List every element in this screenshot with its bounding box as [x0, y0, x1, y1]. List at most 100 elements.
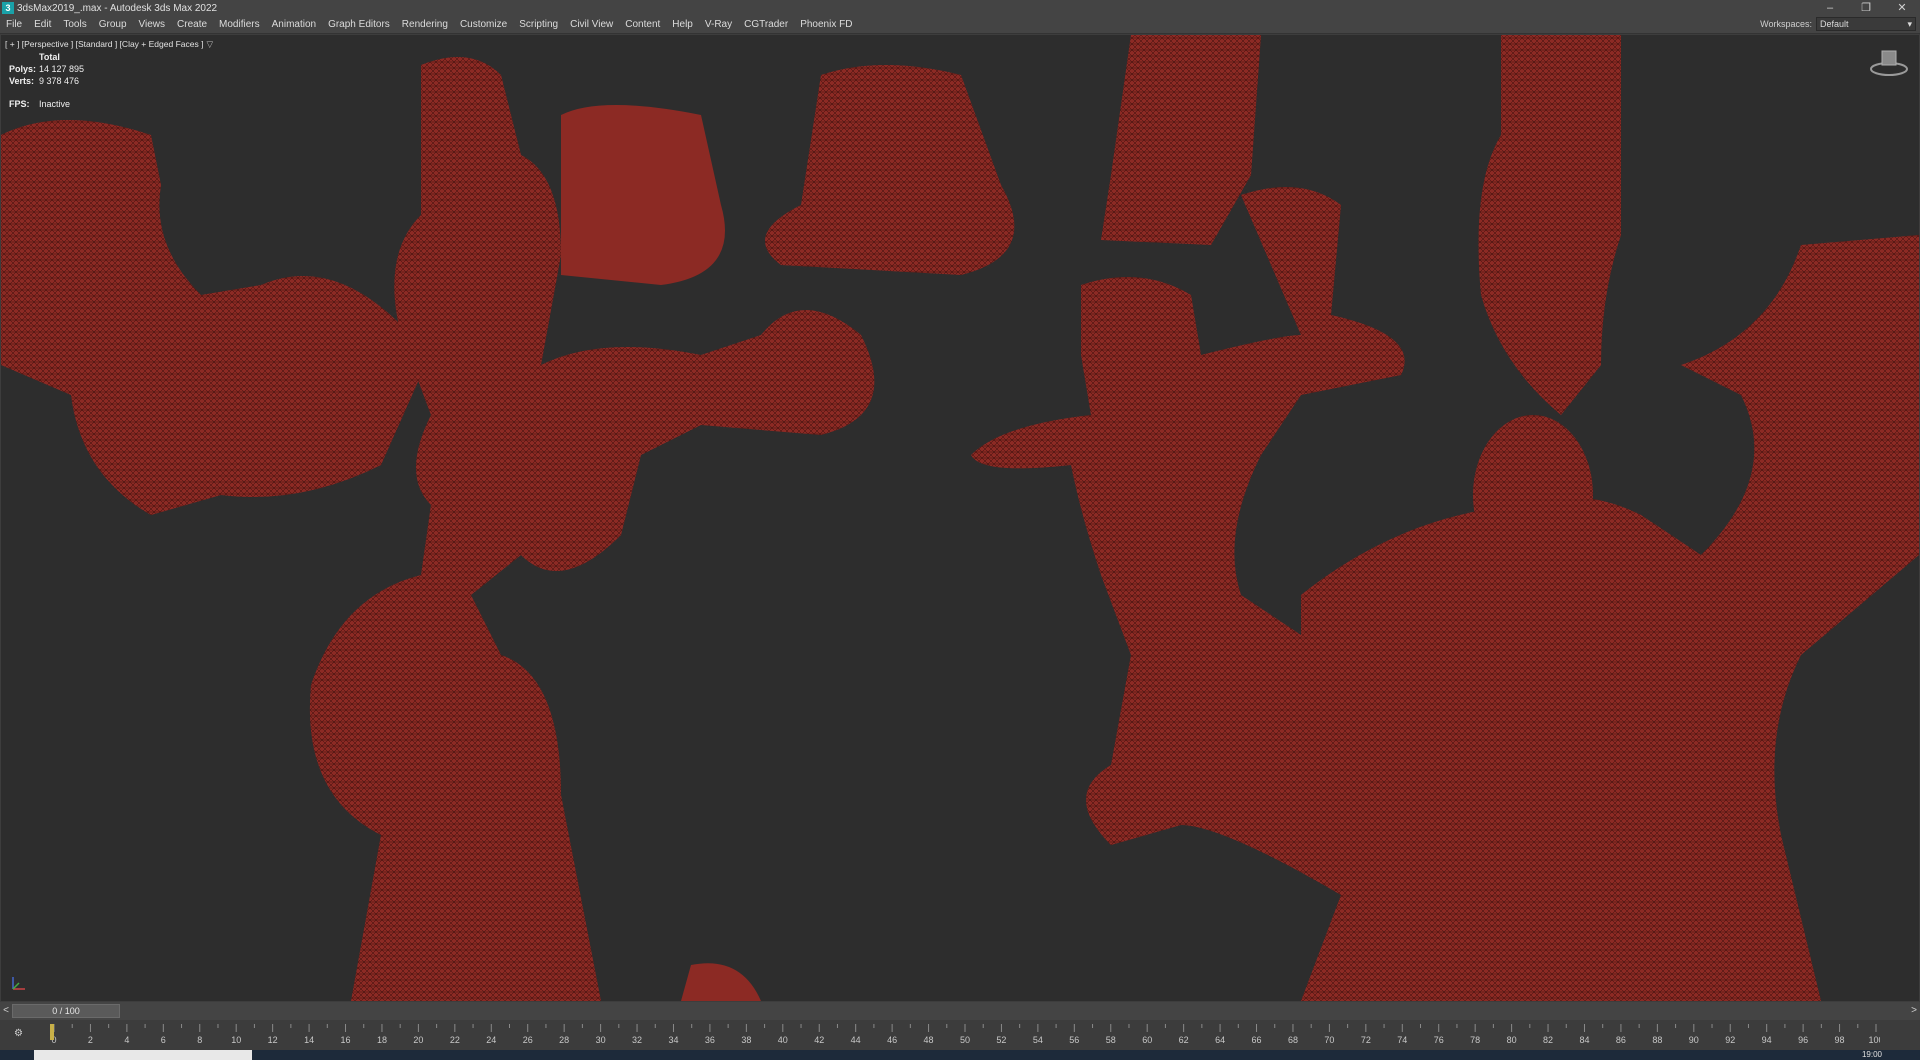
menu-cgtrader[interactable]: CGTrader	[738, 19, 794, 30]
ruler-tick-label: 62	[1179, 1035, 1189, 1045]
ruler-tick-label: 50	[960, 1035, 970, 1045]
stats-total-label: Total	[39, 52, 60, 62]
ruler-tick-label: 82	[1543, 1035, 1553, 1045]
fps-readout: FPS: Inactive	[9, 99, 70, 109]
ruler-tick-label: 68	[1288, 1035, 1298, 1045]
right-candelabra-mesh	[971, 35, 1919, 1001]
stats-polys-row: Polys: 14 127 895	[9, 63, 84, 75]
menu-customize[interactable]: Customize	[454, 19, 513, 30]
ruler-tick-label: 40	[778, 1035, 788, 1045]
stats-verts-row: Verts: 9 378 476	[9, 75, 84, 87]
ruler-tick-label: 32	[632, 1035, 642, 1045]
restore-button[interactable]: ❐	[1848, 0, 1884, 16]
stats-verts-label: Verts:	[9, 76, 35, 86]
menu-civil-view[interactable]: Civil View	[564, 19, 619, 30]
menu-phoenix-fd[interactable]: Phoenix FD	[794, 19, 858, 30]
ruler-tick-label: 18	[377, 1035, 387, 1045]
menu-tools[interactable]: Tools	[57, 19, 92, 30]
menu-scripting[interactable]: Scripting	[513, 19, 564, 30]
ruler-tick-label: 86	[1616, 1035, 1626, 1045]
ruler-tick-label: 78	[1470, 1035, 1480, 1045]
3dsmax-app-icon[interactable]: 3	[2, 2, 14, 14]
menu-file[interactable]: File	[0, 19, 28, 30]
taskbar-search-box[interactable]	[34, 1050, 252, 1060]
ruler-tick-label: 70	[1324, 1035, 1334, 1045]
ruler-tick-label: 20	[413, 1035, 423, 1045]
menu-edit[interactable]: Edit	[28, 19, 57, 30]
workspaces-dropdown[interactable]: Default	[1816, 17, 1916, 31]
ruler-tick-label: 14	[304, 1035, 314, 1045]
menu-graph-editors[interactable]: Graph Editors	[322, 19, 396, 30]
ruler-tick-label: 88	[1652, 1035, 1662, 1045]
menu-rendering[interactable]: Rendering	[396, 19, 454, 30]
time-slider-prev-button[interactable]: <	[0, 1004, 12, 1018]
track-bar[interactable]: ⚙ 0 2 4 6 8 10 12 14 16 18 20 22 24 26 28 30 32 34 36 38 40 4…	[0, 1020, 1920, 1050]
time-slider-thumb[interactable]: 0 / 100	[12, 1004, 120, 1018]
left-candelabra-mesh	[1, 57, 1015, 1001]
ruler-tick-label: 46	[887, 1035, 897, 1045]
windows-taskbar: 19:00	[0, 1050, 1920, 1060]
ruler-tick-label: 4	[124, 1035, 129, 1045]
ruler-tick-label: 34	[668, 1035, 678, 1045]
filter-icon[interactable]: ▽	[206, 39, 213, 49]
scene-render	[1, 35, 1919, 1001]
ruler-tick-label: 60	[1142, 1035, 1152, 1045]
menu-views[interactable]: Views	[133, 19, 172, 30]
ruler-tick-label: 56	[1069, 1035, 1079, 1045]
time-slider-next-button[interactable]: >	[1908, 1004, 1920, 1018]
ruler-tick-label: 96	[1798, 1035, 1808, 1045]
ruler-tick-label: 52	[996, 1035, 1006, 1045]
menu-vray[interactable]: V-Ray	[699, 19, 738, 30]
ruler-tick-label: 92	[1725, 1035, 1735, 1045]
ruler-tick-label: 10	[231, 1035, 241, 1045]
menu-animation[interactable]: Animation	[266, 19, 322, 30]
ruler-tick-label: 2	[88, 1035, 93, 1045]
ruler-tick-label: 26	[523, 1035, 533, 1045]
ruler-tick-label: 84	[1579, 1035, 1589, 1045]
fps-label: FPS:	[9, 99, 30, 109]
ruler-tick-label: 58	[1106, 1035, 1116, 1045]
ruler-tick-label: 28	[559, 1035, 569, 1045]
ruler-tick-label: 6	[161, 1035, 166, 1045]
menu-modifiers[interactable]: Modifiers	[213, 19, 266, 30]
ruler-tick-label: 74	[1397, 1035, 1407, 1045]
viewport-label-menu[interactable]: [ + ] [Perspective ] [Standard ] [Clay +…	[5, 39, 213, 50]
track-bar-ruler[interactable]: 0 2 4 6 8 10 12 14 16 18 20 22 24 26 28 30 32 34 36 38 40 42 4…	[50, 1024, 1880, 1048]
scene-statistics: Total Polys: 14 127 895 Verts: 9 378 476	[9, 51, 84, 87]
window-controls: – ❐ ✕	[1812, 0, 1920, 16]
close-button[interactable]: ✕	[1884, 0, 1920, 16]
ruler-tick-label: 22	[450, 1035, 460, 1045]
axis-tripod-icon	[12, 977, 25, 990]
ruler-tick-label: 100	[1868, 1035, 1880, 1045]
ruler-tick-label: 54	[1033, 1035, 1043, 1045]
minimize-button[interactable]: –	[1812, 0, 1848, 16]
window-title: 3dsMax2019_.max - Autodesk 3ds Max 2022	[17, 2, 218, 14]
ruler-tick-label: 72	[1361, 1035, 1371, 1045]
stats-polys-value: 14 127 895	[39, 64, 85, 74]
perspective-viewport[interactable]: [ + ] [Perspective ] [Standard ] [Clay +…	[0, 34, 1920, 1002]
workspaces-label: Workspaces:	[1760, 19, 1812, 29]
ruler-tick-label: 38	[741, 1035, 751, 1045]
app-window: 3 3dsMax2019_.max - Autodesk 3ds Max 202…	[0, 0, 1920, 1060]
ruler-tick-label: 94	[1762, 1035, 1772, 1045]
menu-content[interactable]: Content	[619, 19, 666, 30]
ruler-tick-label: 80	[1507, 1035, 1517, 1045]
ruler-tick-label: 24	[486, 1035, 496, 1045]
ruler-tick-label: 42	[814, 1035, 824, 1045]
viewport-label-text: [ + ] [Perspective ] [Standard ] [Clay +…	[5, 39, 204, 49]
ruler-tick-label: 44	[851, 1035, 861, 1045]
viewcube-icon[interactable]	[1867, 47, 1911, 77]
menu-help[interactable]: Help	[666, 19, 699, 30]
taskbar-clock: 19:00	[1861, 1050, 1882, 1059]
ruler-tick-label: 48	[924, 1035, 934, 1045]
ruler-tick-label: 64	[1215, 1035, 1225, 1045]
ruler-tick-label: 36	[705, 1035, 715, 1045]
menu-bar: File Edit Tools Group Views Create Modif…	[0, 16, 1920, 34]
current-frame-marker[interactable]	[50, 1024, 54, 1040]
title-bar: 3 3dsMax2019_.max - Autodesk 3ds Max 202…	[0, 0, 1920, 16]
time-slider-track[interactable]	[120, 1004, 1908, 1018]
track-bar-filter-icon[interactable]: ⚙	[14, 1028, 23, 1039]
menu-group[interactable]: Group	[93, 19, 133, 30]
ruler-tick-label: 16	[341, 1035, 351, 1045]
menu-create[interactable]: Create	[171, 19, 213, 30]
